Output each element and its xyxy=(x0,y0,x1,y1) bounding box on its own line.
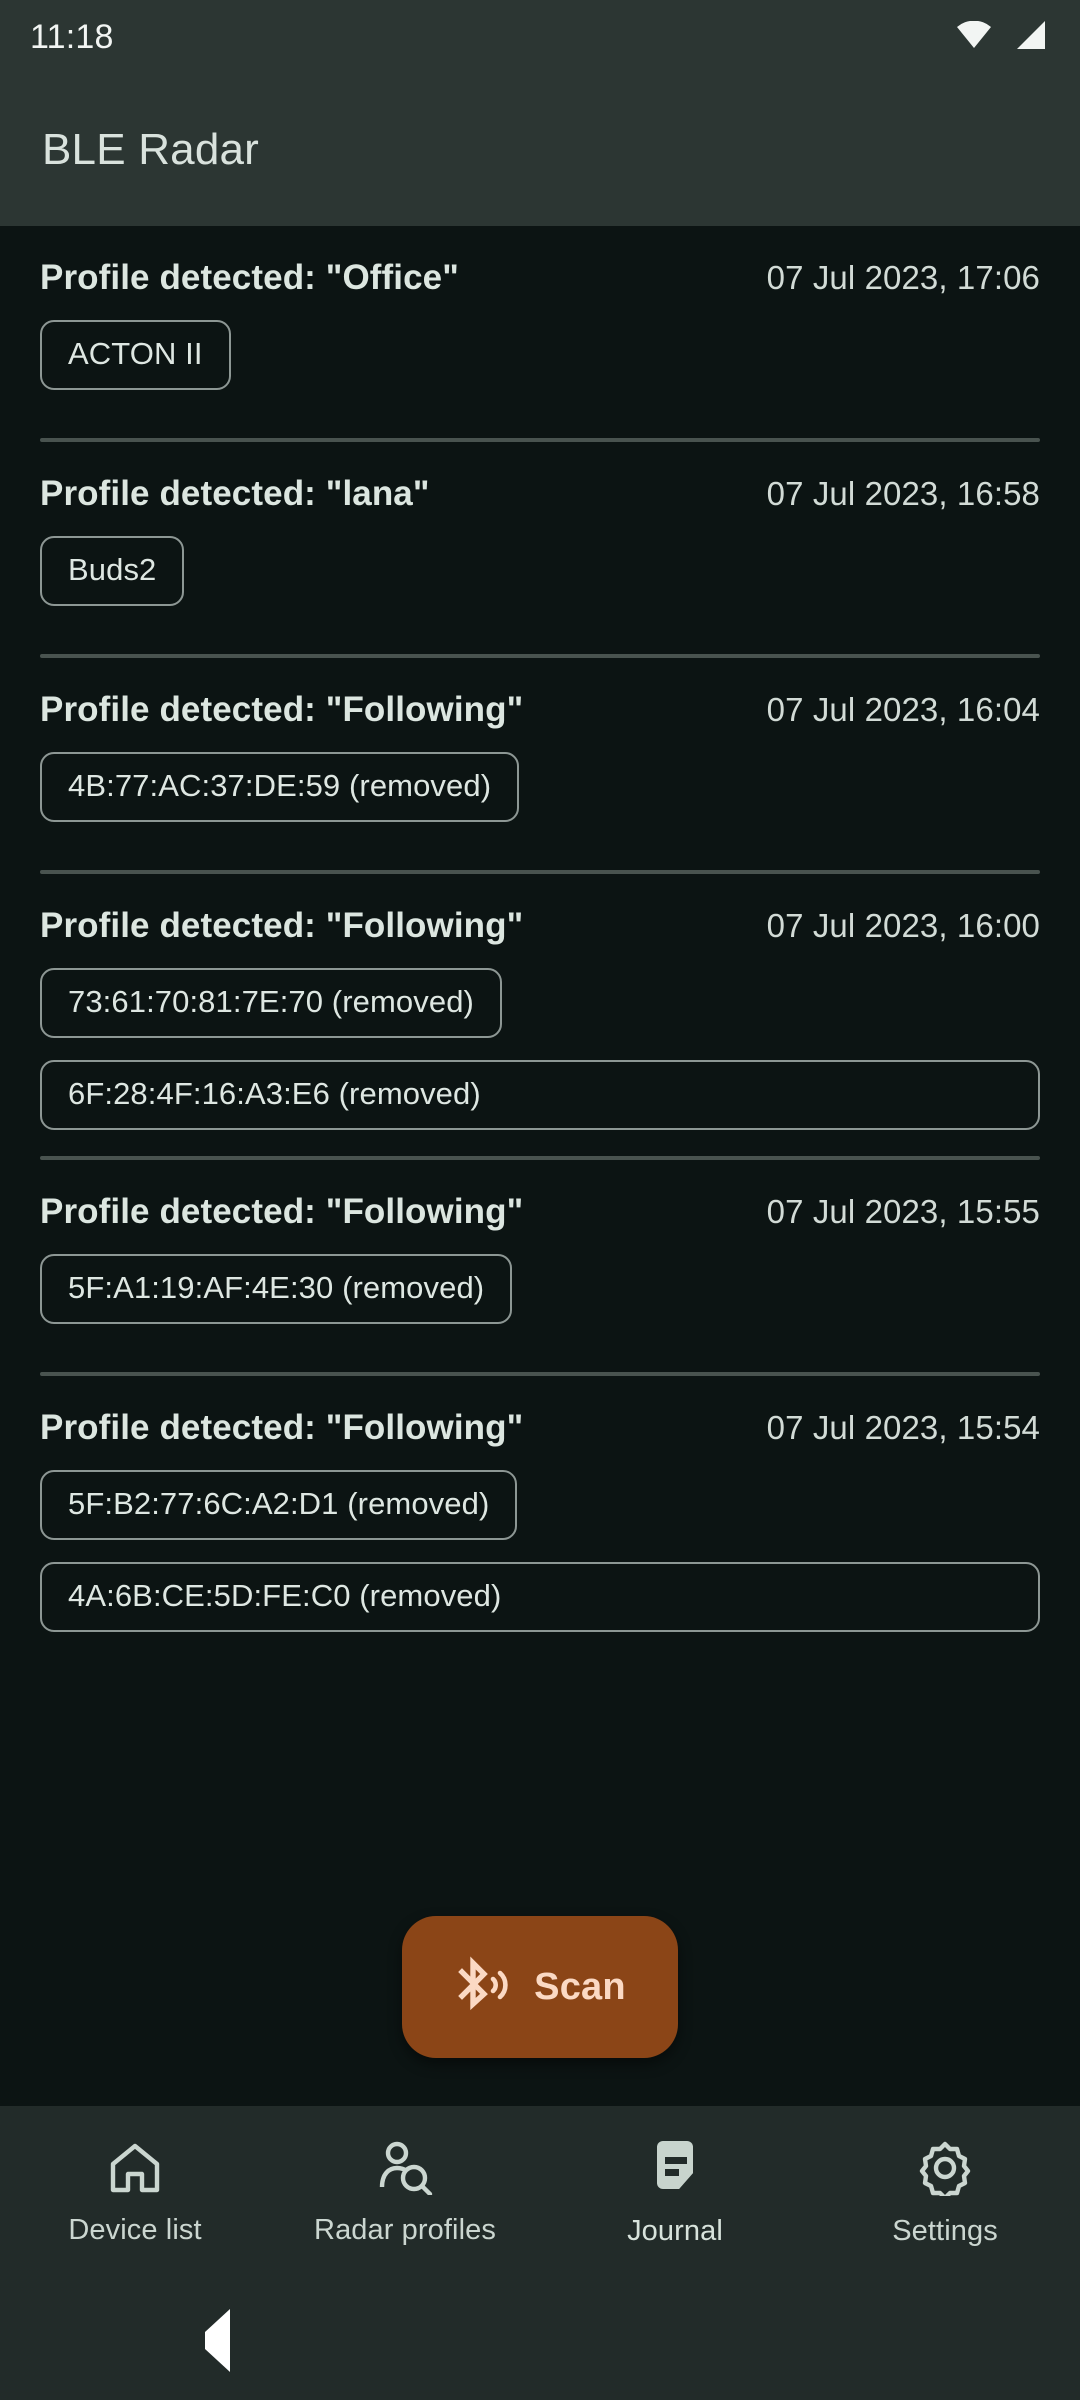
note-icon xyxy=(647,2140,703,2201)
journal-entry-header: Profile detected: "Following" 07 Jul 2023… xyxy=(40,658,1040,730)
journal-entry-title: Profile detected: "Following" xyxy=(40,690,524,729)
tab-journal-label: Journal xyxy=(627,2215,723,2247)
device-chip[interactable]: 73:61:70:81:7E:70 (removed) xyxy=(40,968,502,1038)
device-chip[interactable]: Buds2 xyxy=(40,536,185,606)
journal-entry-timestamp: 07 Jul 2023, 15:54 xyxy=(766,1409,1040,1446)
journal-entry-header: Profile detected: "Following" 07 Jul 2023… xyxy=(40,1160,1040,1232)
tab-radar-profiles[interactable]: Radar profiles xyxy=(270,2106,540,2282)
journal-entry[interactable]: Profile detected: "Office" 07 Jul 2023, 1… xyxy=(0,226,1080,412)
status-bar: 11:18 xyxy=(0,0,1080,74)
journal-entry[interactable]: Profile detected: "Following" 07 Jul 2023… xyxy=(0,1160,1080,1346)
journal-entry-timestamp: 07 Jul 2023, 15:55 xyxy=(766,1193,1040,1230)
wifi-icon xyxy=(956,20,992,54)
device-chip-group: 73:61:70:81:7E:70 (removed) 6F:28:4F:16:A… xyxy=(40,968,1040,1130)
bottom-navigation[interactable]: Device list Radar profiles Journal Setti… xyxy=(0,2106,1080,2282)
journal-entry-timestamp: 07 Jul 2023, 17:06 xyxy=(766,259,1040,296)
journal-entry-timestamp: 07 Jul 2023, 16:04 xyxy=(766,691,1040,728)
device-chip[interactable]: 5F:B2:77:6C:A2:D1 (removed) xyxy=(40,1470,518,1540)
gear-icon xyxy=(917,2140,973,2201)
device-chip[interactable]: 6F:28:4F:16:A3:E6 (removed) xyxy=(40,1060,1040,1130)
journal-entry-title: Profile detected: "Following" xyxy=(40,1408,524,1447)
device-chip-group: ACTON II xyxy=(40,320,1040,412)
journal-entry-title: Profile detected: "Office" xyxy=(40,258,459,297)
journal-entry-header: Profile detected: "Following" 07 Jul 2023… xyxy=(40,874,1040,946)
page-title: BLE Radar xyxy=(42,125,260,174)
bluetooth-searching-icon xyxy=(454,1954,508,2021)
journal-entry-title: Profile detected: "Following" xyxy=(40,906,524,945)
journal-entry-timestamp: 07 Jul 2023, 16:58 xyxy=(766,475,1040,512)
device-chip[interactable]: ACTON II xyxy=(40,320,231,390)
journal-entry-title: Profile detected: "lana" xyxy=(40,474,430,513)
device-chip-group: 5F:A1:19:AF:4E:30 (removed) xyxy=(40,1254,1040,1346)
phone-screen: 11:18 BLE Radar Profile detected: "Offic… xyxy=(0,0,1080,2400)
home-icon xyxy=(107,2141,163,2200)
journal-entry-header: Profile detected: "Office" 07 Jul 2023, 1… xyxy=(40,226,1040,298)
tab-radar-profiles-label: Radar profiles xyxy=(314,2214,496,2246)
journal-entry[interactable]: Profile detected: "Following" 07 Jul 2023… xyxy=(0,658,1080,844)
cellular-signal-icon xyxy=(1014,20,1046,55)
scan-button-label: Scan xyxy=(534,1965,626,2008)
journal-entry-title: Profile detected: "Following" xyxy=(40,1192,524,1231)
tab-journal[interactable]: Journal xyxy=(540,2106,810,2282)
scan-button[interactable]: Scan xyxy=(402,1916,678,2058)
journal-entry[interactable]: Profile detected: "lana" 07 Jul 2023, 16:… xyxy=(0,442,1080,628)
device-chip[interactable]: 4A:6B:CE:5D:FE:C0 (removed) xyxy=(40,1562,1040,1632)
status-bar-clock: 11:18 xyxy=(30,17,114,56)
journal-entry[interactable]: Profile detected: "Following" 07 Jul 2023… xyxy=(0,874,1080,1130)
tab-device-list-label: Device list xyxy=(68,2214,202,2246)
journal-entry-list[interactable]: Profile detected: "Office" 07 Jul 2023, 1… xyxy=(0,226,1080,2106)
device-chip-group: 4B:77:AC:37:DE:59 (removed) xyxy=(40,752,1040,844)
device-chip-group: 5F:B2:77:6C:A2:D1 (removed) 4A:6B:CE:5D:F… xyxy=(40,1470,1040,1632)
android-system-nav[interactable] xyxy=(0,2282,1080,2400)
journal-entry[interactable]: Profile detected: "Following" 07 Jul 2023… xyxy=(0,1376,1080,1632)
device-chip[interactable]: 4B:77:AC:37:DE:59 (removed) xyxy=(40,752,520,822)
device-chip[interactable]: 5F:A1:19:AF:4E:30 (removed) xyxy=(40,1254,513,1324)
journal-entry-timestamp: 07 Jul 2023, 16:00 xyxy=(766,907,1040,944)
tab-settings[interactable]: Settings xyxy=(810,2106,1080,2282)
tab-device-list[interactable]: Device list xyxy=(0,2106,270,2282)
person-search-icon xyxy=(377,2141,433,2200)
journal-entry-header: Profile detected: "Following" 07 Jul 2023… xyxy=(40,1376,1040,1448)
back-triangle-icon[interactable] xyxy=(205,2309,230,2372)
app-bar: BLE Radar xyxy=(0,74,1080,226)
journal-entry-header: Profile detected: "lana" 07 Jul 2023, 16:… xyxy=(40,442,1040,514)
status-bar-icons xyxy=(956,20,1046,55)
device-chip-group: Buds2 xyxy=(40,536,1040,628)
tab-settings-label: Settings xyxy=(892,2215,998,2247)
